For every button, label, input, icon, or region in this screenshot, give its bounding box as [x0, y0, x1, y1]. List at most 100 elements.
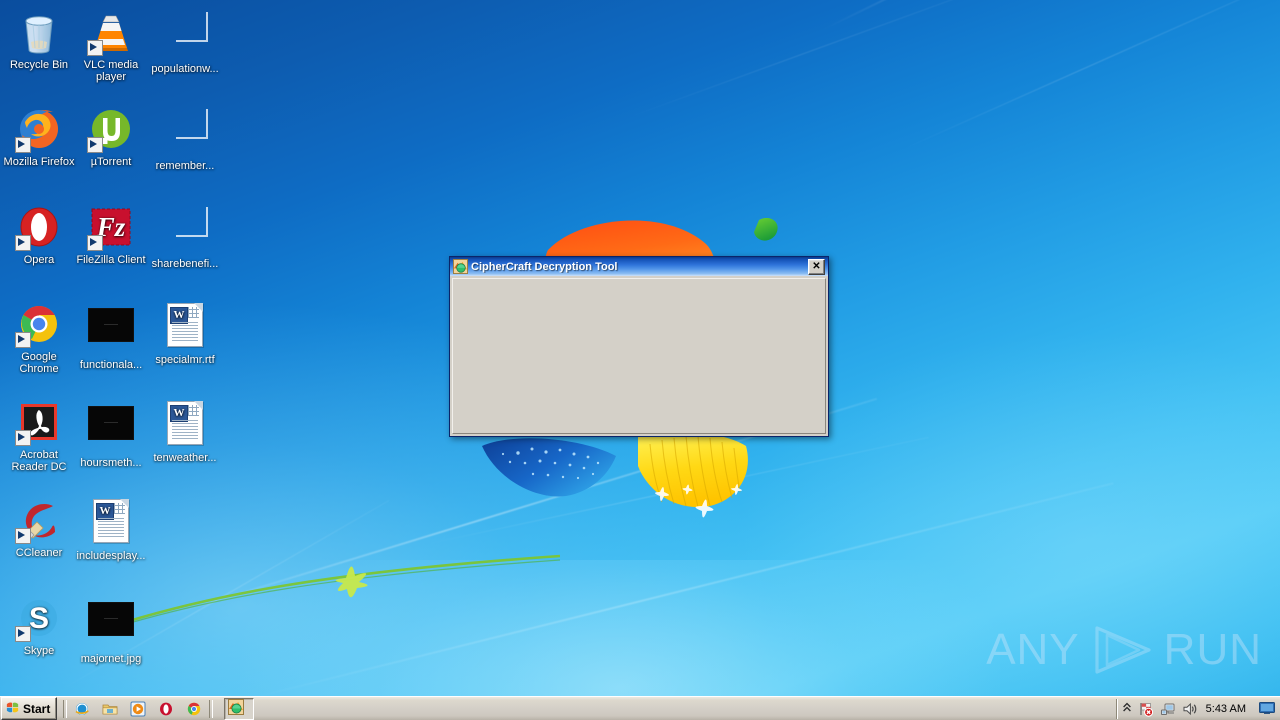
taskbar[interactable]: Start 5:43 AM [0, 696, 1280, 720]
watermark-text-right: RUN [1163, 625, 1262, 674]
shortcut-arrow-icon [87, 40, 103, 56]
desktop-icon-functionala[interactable]: functionala... [74, 300, 148, 371]
desktop-icon-label: FileZilla Client [76, 254, 146, 266]
desktop-icon-utorrent[interactable]: µTorrent [74, 105, 148, 168]
black-image-thumbnail-icon [87, 308, 135, 356]
media-player-icon[interactable] [130, 701, 146, 717]
desktop-icon-label: specialmr.rtf [155, 354, 215, 366]
desktop-icon-label: Recycle Bin [9, 59, 69, 71]
opera-icon[interactable] [158, 701, 174, 717]
system-tray[interactable]: 5:43 AM [1115, 698, 1280, 719]
svg-text:S: S [29, 602, 49, 635]
desktop-icon-sharebenefi[interactable]: sharebenefi... [148, 203, 222, 270]
window-title: CipherCraft Decryption Tool [471, 260, 618, 273]
word-document-icon: W [87, 499, 135, 547]
taskbar-separator [63, 699, 68, 718]
folder-explorer-icon[interactable] [102, 701, 118, 717]
wallpaper-light-streak [239, 482, 1114, 702]
shortcut-arrow-icon [87, 235, 103, 251]
shortcut-arrow-icon [15, 137, 31, 153]
wallpaper-stem [100, 554, 560, 633]
ciphercraft-decryption-tool-window[interactable]: CipherCraft Decryption Tool ✕ [449, 256, 829, 437]
shortcut-arrow-icon [15, 332, 31, 348]
blank-shortcut-icon [161, 109, 209, 157]
desktop-icon-includesplay[interactable]: W includesplay... [74, 496, 148, 562]
window-client-area[interactable] [452, 278, 826, 434]
desktop-icon-label: hoursmeth... [80, 457, 142, 469]
desktop-icon-mozilla-firefox[interactable]: Mozilla Firefox [2, 105, 76, 168]
desktop-icon-label: Opera [23, 254, 55, 266]
close-button[interactable]: ✕ [808, 258, 825, 275]
shortcut-arrow-icon [15, 528, 31, 544]
desktop-icon-label: functionala... [79, 359, 143, 371]
desktop-icon-google-chrome[interactable]: Google Chrome [2, 300, 76, 375]
acrobat-reader-icon [15, 398, 63, 446]
word-document-icon: W [161, 401, 209, 449]
desktop-icon-acrobat-reader-dc[interactable]: Acrobat Reader DC [2, 398, 76, 473]
desktop-icon-label: sharebenefi... [151, 258, 219, 270]
taskbar-clock[interactable]: 5:43 AM [1204, 703, 1250, 715]
shortcut-arrow-icon [15, 235, 31, 251]
desktop-icon-tenweather[interactable]: W tenweather... [148, 398, 222, 464]
wallpaper-light-streak [419, 436, 929, 547]
desktop-icon-recycle-bin[interactable]: Recycle Bin [2, 8, 76, 71]
black-image-thumbnail-icon [87, 602, 135, 650]
desktop[interactable]: ANY RUN Recycle Bin VLC media player pop… [0, 0, 1280, 720]
show-desktop-button[interactable] [1258, 701, 1276, 717]
shortcut-arrow-icon [15, 430, 31, 446]
desktop-icon-label: includesplay... [76, 550, 146, 562]
desktop-icon-label: Acrobat Reader DC [11, 449, 67, 473]
chrome-icon [15, 300, 63, 348]
desktop-icon-opera[interactable]: Opera [2, 203, 76, 266]
desktop-icon-label: Mozilla Firefox [3, 156, 75, 168]
window-titlebar[interactable]: CipherCraft Decryption Tool ✕ [450, 257, 828, 276]
desktop-icon-label: CCleaner [15, 547, 63, 559]
desktop-icon-label: Google Chrome [19, 351, 59, 375]
recycle-bin-icon [15, 8, 63, 56]
skype-icon: S [15, 594, 63, 642]
chrome-icon[interactable] [186, 701, 202, 717]
desktop-icon-skype[interactable]: S Skype [2, 594, 76, 657]
utorrent-icon [87, 105, 135, 153]
desktop-icon-hoursmeth[interactable]: hoursmeth... [74, 398, 148, 469]
network-icon[interactable] [1160, 701, 1176, 717]
desktop-icon-ccleaner[interactable]: CCleaner [2, 496, 76, 559]
desktop-icon-populationw[interactable]: populationw... [148, 8, 222, 75]
desktop-icon-filezilla-client[interactable]: Fz FileZilla Client [74, 203, 148, 266]
filezilla-icon: Fz [87, 203, 135, 251]
close-icon: ✕ [812, 260, 821, 272]
quick-launch-bar[interactable] [70, 701, 206, 717]
internet-explorer-icon[interactable] [74, 701, 90, 717]
app-globe-icon [453, 259, 468, 274]
volume-icon[interactable] [1182, 701, 1198, 717]
app-globe-icon [228, 699, 245, 718]
desktop-icon-vlc-media-player[interactable]: VLC media player [74, 8, 148, 83]
wallpaper-light-streak [819, 0, 1280, 32]
ccleaner-icon [15, 496, 63, 544]
chevron-up-icon[interactable] [1122, 701, 1132, 717]
action-center-flag-icon[interactable] [1138, 701, 1154, 717]
start-button-label: Start [23, 701, 51, 716]
taskbar-button-ciphercraft[interactable] [224, 697, 255, 720]
opera-icon [15, 203, 63, 251]
black-image-thumbnail-icon [87, 406, 135, 454]
desktop-icon-label: VLC media player [83, 59, 139, 83]
blank-shortcut-icon [161, 207, 209, 255]
desktop-icon-label: majornet.jpg [80, 653, 142, 665]
desktop-icon-label: remember... [155, 160, 215, 172]
windows-flag-icon [5, 700, 20, 718]
shortcut-arrow-icon [87, 137, 103, 153]
watermark-text-left: ANY [986, 625, 1080, 674]
play-triangle-icon [1095, 626, 1151, 674]
start-button[interactable]: Start [1, 697, 58, 720]
desktop-icon-majornet-jpg[interactable]: majornet.jpg [74, 594, 148, 665]
desktop-icon-specialmr-rtf[interactable]: W specialmr.rtf [148, 300, 222, 366]
task-button-area[interactable] [216, 697, 1115, 720]
desktop-icon-remember[interactable]: remember... [148, 105, 222, 172]
firefox-icon [15, 105, 63, 153]
desktop-icon-label: populationw... [151, 63, 219, 75]
desktop-icon-label: µTorrent [90, 156, 132, 168]
shortcut-arrow-icon [15, 626, 31, 642]
desktop-icon-label: tenweather... [153, 452, 217, 464]
taskbar-separator [209, 699, 214, 718]
